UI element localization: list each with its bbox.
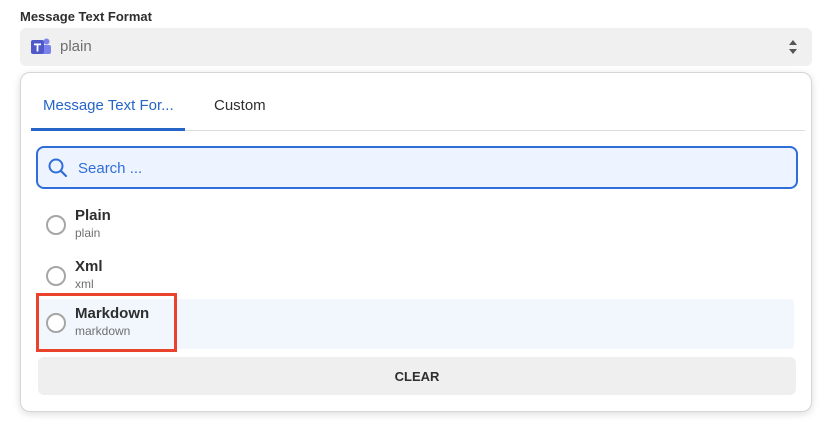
active-tab-indicator <box>31 128 185 131</box>
tab-custom[interactable]: Custom <box>214 97 266 114</box>
tab-bar: Message Text For... Custom <box>31 73 805 131</box>
radio-button[interactable] <box>46 215 66 235</box>
option-value: plain <box>75 226 101 240</box>
option-plain[interactable]: Plain plain <box>36 201 794 251</box>
up-down-arrows-icon <box>789 40 797 54</box>
radio-button[interactable] <box>46 266 66 286</box>
search-icon <box>48 158 68 178</box>
search-field[interactable] <box>36 146 798 189</box>
select-value: plain <box>60 38 92 55</box>
tab-message-text-format[interactable]: Message Text For... <box>43 97 174 114</box>
option-value: xml <box>75 277 94 291</box>
field-label: Message Text Format <box>20 9 152 24</box>
microsoft-teams-logo-icon <box>31 38 51 54</box>
message-format-select[interactable]: plain <box>20 28 812 66</box>
option-title: Xml <box>75 258 103 275</box>
option-title: Plain <box>75 207 111 224</box>
highlight-annotation-box <box>36 293 177 352</box>
clear-button[interactable]: CLEAR <box>38 357 796 395</box>
search-input[interactable] <box>78 156 778 180</box>
dropdown-panel: Message Text For... Custom Plain plain X… <box>20 72 812 412</box>
